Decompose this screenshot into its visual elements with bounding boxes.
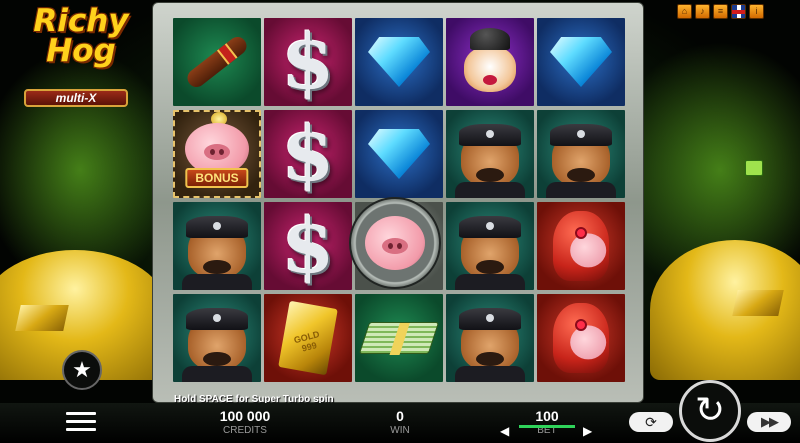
police-hat-icon — [459, 124, 521, 146]
symbol-cigar — [173, 18, 261, 106]
game-logo: Richy Hog multi-X — [10, 3, 145, 107]
symbol-dollar: $ — [264, 202, 352, 290]
info-icon[interactable]: i — [749, 4, 764, 19]
diamond-icon — [368, 37, 430, 87]
pig-wild-symbol — [349, 197, 441, 289]
police-hat-icon — [186, 216, 248, 238]
gold-bar-decoration-left — [15, 305, 69, 331]
menu-icon[interactable] — [66, 412, 96, 434]
dollar-icon: $ — [281, 18, 335, 106]
symbol-bulldog-cop — [446, 110, 534, 198]
symbol-money-stack — [355, 294, 443, 382]
symbol-bulldog-cop — [173, 294, 261, 382]
history-icon[interactable]: ≡ — [713, 4, 728, 19]
symbol-piggy-bank-bonus: BONUS — [173, 110, 261, 198]
symbol-diamond — [537, 18, 625, 106]
gift-icon[interactable] — [745, 160, 763, 176]
symbol-dollar: $ — [264, 18, 352, 106]
symbol-dollar: $ — [264, 110, 352, 198]
rose-icon — [575, 227, 587, 239]
symbol-bulldog-cop — [446, 294, 534, 382]
bet-increase-icon[interactable]: ▶ — [583, 424, 592, 438]
spin-icon[interactable]: ↻ — [679, 380, 741, 442]
win-value: 0 — [396, 408, 404, 424]
symbol-bulldog-cop — [173, 202, 261, 290]
police-hat-icon — [186, 308, 248, 330]
logo-subtitle: multi-X — [24, 89, 128, 107]
logo-title: Richy Hog — [33, 3, 129, 69]
rose-icon — [575, 319, 587, 331]
home-icon[interactable]: ⌂ — [677, 4, 692, 19]
symbol-lady-pig — [537, 202, 625, 290]
star-icon[interactable]: ★ — [62, 350, 102, 390]
bet-decrease-icon[interactable]: ◀ — [500, 424, 509, 438]
sound-icon[interactable]: ♪ — [695, 4, 710, 19]
symbol-gold-bar: GOLD 999 — [264, 294, 352, 382]
bonus-label: BONUS — [185, 168, 249, 188]
symbol-diamond — [355, 110, 443, 198]
money-stack-icon — [358, 322, 440, 355]
cigar-icon — [183, 33, 251, 91]
symbol-fox-bowler-hat — [446, 18, 534, 106]
fox-icon — [464, 46, 516, 93]
bowler-hat-icon — [470, 28, 510, 50]
diamond-icon — [550, 37, 612, 87]
police-hat-icon — [459, 216, 521, 238]
language-flag-icon[interactable] — [731, 4, 746, 19]
dollar-icon: $ — [281, 110, 335, 198]
turbo-icon[interactable]: ▶▶ — [747, 412, 791, 432]
lady-pig-icon — [553, 211, 609, 281]
gold-bar-decoration-right — [732, 290, 784, 316]
credits-value: 100 000 — [219, 408, 271, 424]
diamond-icon — [368, 129, 430, 179]
dollar-icon: $ — [281, 202, 335, 290]
credits-label: CREDITS — [223, 425, 267, 436]
win-display: 0 WIN — [370, 408, 430, 436]
bet-value: 100 — [535, 408, 559, 424]
credits-display: 100 000 CREDITS — [200, 408, 290, 436]
win-label: WIN — [390, 425, 410, 436]
symbol-lady-pig — [537, 294, 625, 382]
pig-wild-icon — [365, 216, 425, 270]
bet-level-bar — [519, 425, 575, 428]
symbol-diamond — [355, 18, 443, 106]
top-icon-bar: ⌂ ♪ ≡ i — [677, 4, 764, 19]
symbol-bulldog-cop — [446, 202, 534, 290]
symbol-bulldog-cop — [537, 110, 625, 198]
autoplay-icon[interactable]: ⟳ — [629, 412, 673, 432]
bet-display: 100 BET — [517, 408, 577, 436]
police-hat-icon — [459, 308, 521, 330]
lady-pig-icon — [553, 303, 609, 373]
police-hat-icon — [550, 124, 612, 146]
